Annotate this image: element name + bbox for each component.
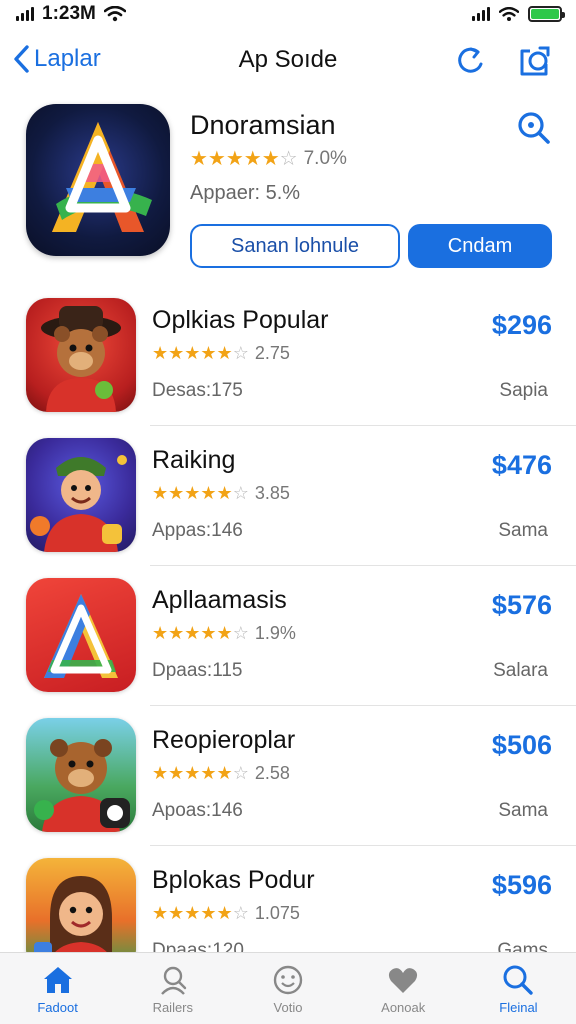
wifi-icon xyxy=(103,6,126,22)
app-price-button[interactable]: $296 xyxy=(492,310,552,341)
star-rating-icon: ★★★★★☆ xyxy=(152,343,249,363)
app-tag: Sama xyxy=(498,520,548,541)
app-rating: ★★★★★☆ 1.075 xyxy=(152,903,300,924)
app-subtitle: Dpaas:115 xyxy=(152,660,243,681)
app-rating: ★★★★★☆ 2.58 xyxy=(152,763,290,784)
list-item[interactable]: Apllaamasis ★★★★★☆ 1.9% Dpaas:115 $576 S… xyxy=(0,566,576,706)
app-price-button[interactable]: $506 xyxy=(492,730,552,761)
smiley-icon xyxy=(273,965,303,995)
app-name: Raiking xyxy=(152,446,236,474)
app-rating: ★★★★★☆ 2.75 xyxy=(152,343,290,364)
home-icon xyxy=(43,967,72,993)
tab-featured[interactable]: Fadoot xyxy=(0,953,115,1024)
app-tag: Sama xyxy=(498,800,548,821)
tab-aonoak[interactable]: Aonoak xyxy=(346,953,461,1024)
tab-label: Aonoak xyxy=(381,1000,426,1015)
app-tag: Sapia xyxy=(499,380,548,401)
star-rating-icon: ★★★★★☆ xyxy=(152,903,249,923)
star-rating-icon: ★★★★★☆ xyxy=(152,623,249,643)
app-icon-bear xyxy=(26,298,136,412)
app-rating: ★★★★★☆ 3.85 xyxy=(152,483,290,504)
tab-label: Votio xyxy=(273,1000,303,1015)
status-right xyxy=(472,6,565,22)
app-subtitle: Appas:146 xyxy=(152,520,243,541)
star-rating-icon: ★★★★★☆ xyxy=(190,148,298,170)
app-list: Oplkias Popular ★★★★★☆ 2.75 Desas:175 $2… xyxy=(0,286,576,986)
tab-bar: Fadoot Railers Votio Aonoak Fleinal xyxy=(0,952,576,1024)
app-name: Oplkias Popular xyxy=(152,306,329,334)
wifi-icon-right xyxy=(499,6,519,21)
nav-bar: Laplar Ap Soıde xyxy=(0,36,576,86)
app-rating-value: 2.58 xyxy=(254,763,290,783)
app-rating-value: 1.9% xyxy=(254,623,296,643)
featured-app-name: Dnoramsian xyxy=(190,110,336,140)
star-rating-icon: ★★★★★☆ xyxy=(152,483,249,503)
refresh-icon[interactable] xyxy=(454,44,488,78)
app-icon-letter-a xyxy=(26,578,136,692)
search-person-icon xyxy=(160,966,186,995)
app-name: Apllaamasis xyxy=(152,586,287,614)
heart-icon xyxy=(389,968,418,993)
featured-rating-value: 7.0% xyxy=(303,147,347,169)
app-price-button[interactable]: $476 xyxy=(492,450,552,481)
tab-label: Fleinal xyxy=(499,1000,538,1015)
featured-app: Dnoramsian ★★★★★☆ 7.0% Appaer: 5.% Sanan… xyxy=(0,100,576,280)
featured-app-icon[interactable] xyxy=(26,104,170,256)
page-title: Ap Soıde xyxy=(238,46,338,73)
search-icon[interactable] xyxy=(516,110,552,146)
list-item[interactable]: Raiking ★★★★★☆ 3.85 Appas:146 $476 Sama xyxy=(0,426,576,566)
cellular-icon xyxy=(472,7,490,21)
tab-railers[interactable]: Railers xyxy=(115,953,230,1024)
app-subtitle: Apoas:146 xyxy=(152,800,243,821)
star-rating-icon: ★★★★★☆ xyxy=(152,763,249,783)
battery-icon xyxy=(528,6,565,22)
list-item[interactable]: Reopieroplar ★★★★★☆ 2.58 Apoas:146 $506 … xyxy=(0,706,576,846)
app-rating-value: 3.85 xyxy=(254,483,290,503)
app-rating: ★★★★★☆ 1.9% xyxy=(152,623,296,644)
secondary-action-button[interactable]: Sanan lohnule xyxy=(190,224,400,268)
tab-fleinal[interactable]: Fleinal xyxy=(461,953,576,1024)
status-time: 1:23M xyxy=(42,3,96,24)
app-name: Reopieroplar xyxy=(152,726,296,754)
app-price-button[interactable]: $596 xyxy=(492,870,552,901)
list-item[interactable]: Oplkias Popular ★★★★★☆ 2.75 Desas:175 $2… xyxy=(0,286,576,426)
app-rating-value: 2.75 xyxy=(254,343,290,363)
tab-votio[interactable]: Votio xyxy=(230,953,345,1024)
app-icon-bear-jungle xyxy=(26,718,136,832)
app-rating-value: 1.075 xyxy=(254,903,300,923)
app-price-button[interactable]: $576 xyxy=(492,590,552,621)
signal-icon xyxy=(16,7,34,21)
tab-label: Railers xyxy=(152,1000,194,1015)
status-bar: 1:23M xyxy=(0,0,576,28)
search-icon xyxy=(503,965,534,995)
featured-rating: ★★★★★☆ 7.0% xyxy=(190,146,347,171)
tab-label: Fadoot xyxy=(37,1000,78,1015)
featured-subtitle: Appaer: 5.% xyxy=(190,182,301,204)
app-icon-boy xyxy=(26,438,136,552)
status-left: 1:23M xyxy=(16,3,126,25)
app-tag: Salara xyxy=(493,660,548,681)
app-subtitle: Desas:175 xyxy=(152,380,243,401)
app-name: Bplokas Podur xyxy=(152,866,315,894)
share-icon[interactable] xyxy=(518,44,552,78)
primary-action-button[interactable]: Cndam xyxy=(408,224,552,268)
